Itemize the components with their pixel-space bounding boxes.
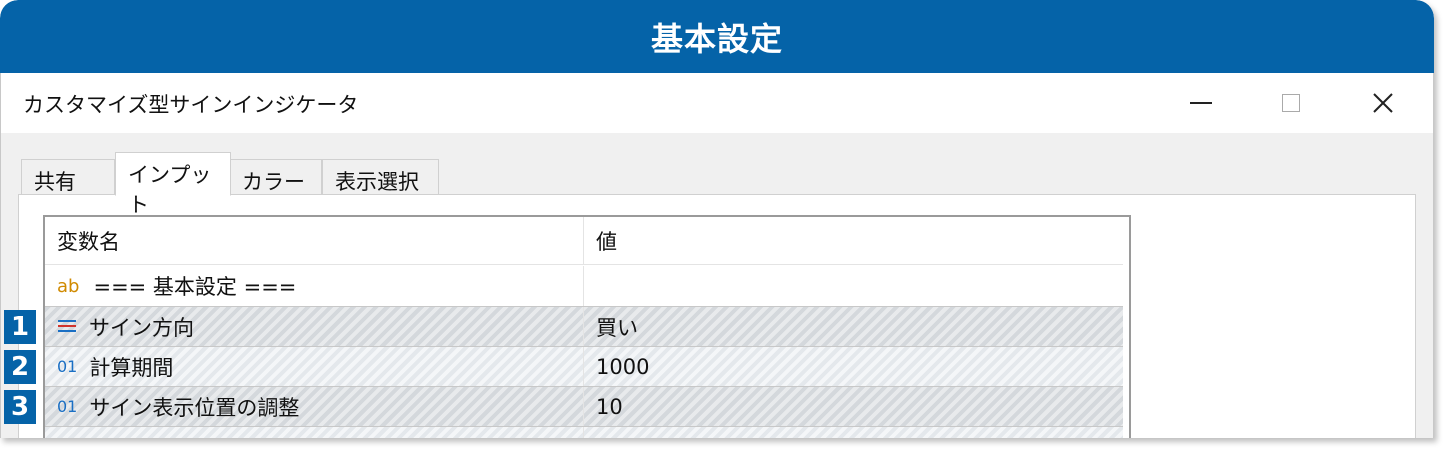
column-header-variable[interactable]: 変数名 (45, 217, 583, 264)
indicator-dialog: カスタマイズ型サインインジケータ 共有 インプット カラー 表示選択 変数名 値 (0, 73, 1434, 438)
window-title: カスタマイズ型サインインジケータ (23, 93, 359, 117)
minimize-button[interactable] (1156, 73, 1246, 133)
tab-input[interactable]: インプット (115, 152, 231, 217)
tab-color[interactable]: カラー (230, 159, 322, 195)
step-badge-3: 3 (4, 390, 36, 424)
title-bar: カスタマイズ型サインインジケータ (1, 73, 1433, 133)
banner-title: 基本設定 (650, 19, 783, 58)
close-button[interactable] (1338, 73, 1428, 133)
step-badge-2: 2 (4, 350, 36, 384)
table-row[interactable] (45, 426, 1123, 438)
minimize-icon (1190, 102, 1212, 104)
input-tab-panel: 変数名 値 ab === 基本設定 === サイン方向 買い 01 計算期間 1… (18, 194, 1416, 438)
maximize-button[interactable] (1246, 73, 1336, 133)
table-row[interactable]: 01 サイン表示位置の調整 10 (45, 386, 1123, 426)
value-cell[interactable]: 10 (583, 387, 1123, 426)
table-row[interactable]: サイン方向 買い (45, 306, 1123, 346)
tab-strip: 共有 インプット カラー 表示選択 (21, 152, 1421, 217)
variable-name: サイン方向 (89, 315, 194, 340)
value-cell[interactable]: 買い (583, 307, 1123, 346)
table-row[interactable]: 01 計算期間 1000 (45, 346, 1123, 386)
value-cell[interactable]: 1000 (583, 347, 1123, 386)
tab-shared[interactable]: 共有 (21, 159, 115, 195)
close-icon (1373, 93, 1393, 113)
number-type-icon: 01 (57, 357, 78, 376)
enum-type-icon (57, 318, 77, 336)
table-row[interactable]: ab === 基本設定 === (45, 266, 1123, 306)
variable-name: === 基本設定 === (93, 275, 297, 299)
section-banner: 基本設定 (0, 0, 1434, 73)
tab-display-select[interactable]: 表示選択 (322, 159, 439, 195)
screenshot-card: 基本設定 カスタマイズ型サインインジケータ 共有 インプット カラー 表示選択 … (0, 0, 1434, 438)
grid-header: 変数名 値 (45, 217, 1123, 265)
string-type-icon: ab (57, 275, 80, 297)
column-header-value[interactable]: 値 (583, 217, 1123, 264)
maximize-icon (1282, 94, 1300, 112)
variable-name: サイン表示位置の調整 (89, 395, 300, 420)
value-cell[interactable] (583, 266, 1123, 306)
variable-name: 計算期間 (89, 355, 174, 380)
number-type-icon: 01 (57, 397, 78, 416)
parameter-grid: 変数名 値 ab === 基本設定 === サイン方向 買い 01 計算期間 1… (43, 215, 1131, 438)
step-badge-1: 1 (4, 310, 36, 344)
